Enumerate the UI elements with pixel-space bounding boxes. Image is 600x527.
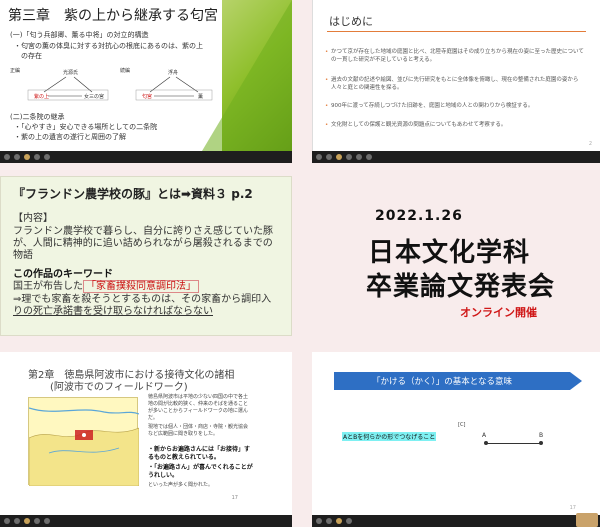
toolbar-icon[interactable]	[34, 154, 40, 160]
toolbar-icon[interactable]	[326, 154, 332, 160]
slide-subtitle: (阿波市でのフィールドワーク)	[50, 382, 188, 393]
map-illustration	[28, 407, 140, 487]
relationship-diagram: 正編 光源氏 紫の上 女三の宮 続編 浮舟 匂宮 薫	[10, 67, 213, 101]
region-map	[28, 397, 140, 487]
point-b-label: B	[539, 432, 544, 439]
toolbar-icon[interactable]	[336, 518, 342, 524]
toolbar-icon[interactable]	[366, 154, 372, 160]
slide-panel-intro: はじめに かつて京が存在した地域の庭園と比べ、北陸寺庭園はその成り立ちから現在の…	[312, 0, 600, 163]
toolbar-icon[interactable]	[44, 154, 50, 160]
slide-title: 『フランドン農学校の豚』とは➡資料３ p.2	[13, 187, 253, 201]
bullet-2b: ・紫の上の遺言の遂行と周囲の了解	[14, 133, 126, 141]
bullet-1b: の存在	[14, 52, 42, 60]
diagram-right-br: 薫	[198, 93, 203, 100]
slide-title: 「かける（かく）」の基本となる意味	[372, 377, 512, 387]
toolbar-icon[interactable]	[316, 154, 322, 160]
quote-2: ・「お遍路さん」が喜んでくれることがうれしい。	[148, 464, 253, 479]
presenter-video-thumbnail[interactable]	[576, 513, 598, 527]
toolbar-icon[interactable]	[14, 154, 20, 160]
presenter-toolbar[interactable]	[0, 151, 292, 163]
diagram-right-bl: 匂宮	[142, 93, 152, 100]
closing-line: といった声が多く聞かれた。	[148, 482, 214, 488]
slide-title: はじめに	[329, 15, 373, 28]
toolbar-icon[interactable]	[326, 518, 332, 524]
title-banner-arrow	[570, 372, 582, 390]
paragraph-1: 徳島県阿波市は平地の少ない四国の中で各土地の間が比較的狭く、仲来のそばを通ること…	[148, 394, 249, 421]
toolbar-icon[interactable]	[346, 518, 352, 524]
presenter-toolbar[interactable]	[312, 515, 600, 527]
toolbar-icon[interactable]	[24, 518, 30, 524]
heading-1: (一)「匂う兵部卿、薫る中将」の対立的構造	[10, 31, 149, 39]
figure-label: [C]	[458, 422, 466, 428]
event-format: オンライン開催	[460, 306, 537, 319]
point-a-label: A	[482, 432, 487, 439]
announcement-block: 2022.1.26 日本文化学科 卒業論文発表会 オンライン開催	[300, 170, 600, 350]
bullet-1a: ・匂宮の薫の体臭に対する対抗心の根底にあるのは、紫の上	[14, 42, 203, 50]
heading-2: (二)二条院の継承	[10, 113, 65, 121]
toolbar-icon[interactable]	[14, 518, 20, 524]
slide-title: 第三章 紫の上から継承する匂宮	[8, 8, 218, 24]
slide-canvas: はじめに かつて京が存在した地域の庭園と比べ、北陸寺庭園はその成り立ちから現在の…	[312, 0, 600, 151]
slide-panel-tokushima: 第2章 徳島県阿波市における接待文化の諸相 (阿波市でのフィールドワーク) 徳島…	[0, 352, 292, 527]
highlighted-definition: AとBを何らかの形でつなげること	[342, 432, 437, 441]
slide-panel-genji: 第三章 紫の上から継承する匂宮 (一)「匂う兵部卿、薫る中将」の対立的構造 ・匂…	[0, 0, 292, 163]
bullet-item: 文化財としての保護と観光資源の問題点についてもあわせて考察する。	[325, 121, 589, 129]
toolbar-icon[interactable]	[4, 154, 10, 160]
slide-panel-kakeru: 「かける（かく）」の基本となる意味 [C] AとBを何らかの形でつなげること A…	[312, 352, 600, 527]
slide-canvas: 「かける（かく）」の基本となる意味 [C] AとBを何らかの形でつなげること A…	[312, 352, 600, 515]
quote-1: ・新からお遍路さんには「お接待」するものと教えられている。	[148, 446, 251, 461]
presenter-toolbar[interactable]	[312, 151, 600, 163]
page-number: 17	[231, 495, 238, 501]
toolbar-icon[interactable]	[336, 154, 342, 160]
diagram-left-bl: 紫の上	[34, 93, 49, 100]
title-rule	[327, 31, 586, 32]
diagram-left-br: 女三の宮	[84, 93, 104, 100]
bullet-item: 過去の文献の記述や絵図、並びに先行研究をもとに全体像を俯瞰し、現在の整備された庭…	[325, 76, 589, 92]
paragraph-2: 現地では個人・団体・商店・寺院・観光協会など広範囲に聞き取りをした。	[148, 424, 249, 437]
toolbar-icon[interactable]	[34, 518, 40, 524]
diagram-left-label: 正編	[10, 67, 20, 74]
slide-canvas: 第2章 徳島県阿波市における接待文化の諸相 (阿波市でのフィールドワーク) 徳島…	[0, 352, 292, 515]
toolbar-icon[interactable]	[356, 154, 362, 160]
bullet-item: 900年に渡って存続しつづけた旧跡を、庭園と地域の人との関わりから検証する。	[325, 102, 589, 110]
connecting-line	[486, 443, 541, 444]
diagram-right-top: 浮舟	[168, 69, 178, 76]
implication-line-2: りの死亡承諾書を受け取らなければならない	[13, 306, 213, 317]
content-line: が、人間に精神的に追い詰められながら屠殺されるまでの	[13, 238, 273, 249]
diagram-right-label: 続編	[120, 67, 130, 74]
toolbar-icon[interactable]	[44, 518, 50, 524]
event-title: 卒業論文発表会	[366, 272, 556, 302]
page-number: 2	[588, 141, 592, 147]
slide-canvas: 第三章 紫の上から継承する匂宮 (一)「匂う兵部卿、薫る中将」の対立的構造 ・匂…	[0, 0, 292, 151]
content-line: 物語	[13, 250, 33, 261]
toolbar-icon[interactable]	[346, 154, 352, 160]
toolbar-icon[interactable]	[4, 518, 10, 524]
page-number: 17	[569, 505, 576, 511]
bullet-2a: ・「心やすき」安心できる場所としての二条院	[14, 123, 158, 131]
toolbar-icon[interactable]	[24, 154, 30, 160]
event-department: 日本文化学科	[368, 238, 531, 268]
diagram-left-top: 光源氏	[63, 69, 78, 76]
toolbar-icon[interactable]	[316, 518, 322, 524]
presenter-toolbar[interactable]	[0, 515, 292, 527]
slide-panel-frandon: 『フランドン農学校の豚』とは➡資料３ p.2 【内容】 フランドン農学校で暮らし…	[0, 176, 292, 336]
bullet-item: かつて京が存在した地域の庭園と比べ、北陸寺庭園はその成り立ちから現在の姿に至った…	[325, 48, 589, 64]
event-date: 2022.1.26	[375, 208, 463, 224]
